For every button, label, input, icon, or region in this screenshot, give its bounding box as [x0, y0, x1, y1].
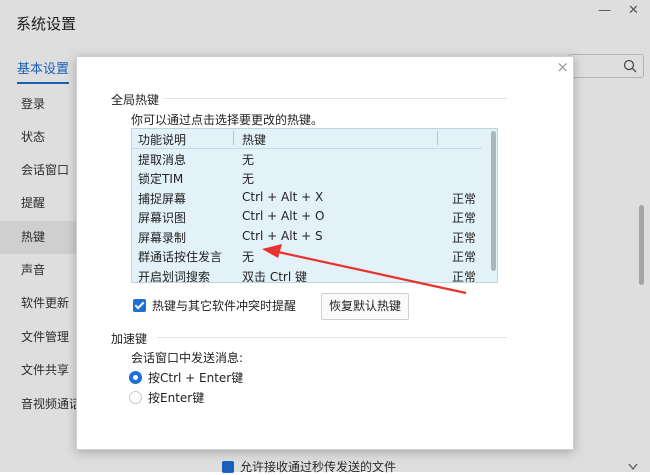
- section-divider: [163, 98, 507, 99]
- row-description: 群通话按住发言: [138, 250, 223, 264]
- conflict-reminder-label: 热键与其它软件冲突时提醒: [152, 299, 297, 313]
- row-hotkey[interactable]: Ctrl + Alt + X: [242, 190, 323, 204]
- table-row[interactable]: 捕捉屏幕 Ctrl + Alt + X 正常: [132, 188, 482, 208]
- table-row[interactable]: 屏幕识图 Ctrl + Alt + O 正常: [132, 207, 482, 227]
- radio-selected-icon[interactable]: [129, 371, 142, 384]
- row-status: 正常: [452, 250, 477, 264]
- radio-enter[interactable]: 按Enter键: [129, 389, 204, 406]
- table-row[interactable]: 锁定TIM 无: [132, 168, 482, 188]
- row-hotkey[interactable]: Ctrl + Alt + O: [242, 209, 324, 223]
- radio-ctrl-enter[interactable]: 按Ctrl + Enter键: [129, 369, 243, 386]
- row-description: 捕捉屏幕: [138, 191, 187, 206]
- conflict-reminder-checkbox[interactable]: 热键与其它软件冲突时提醒: [133, 297, 296, 314]
- column-separator: [233, 131, 234, 145]
- row-description: 屏幕录制: [138, 230, 187, 245]
- row-hotkey[interactable]: Ctrl + Alt + S: [242, 229, 323, 243]
- table-row[interactable]: 提取消息 无: [132, 149, 482, 169]
- row-hotkey[interactable]: 无: [242, 248, 254, 265]
- row-description: 开启划词搜索: [138, 269, 211, 283]
- table-header: 功能说明 热键: [132, 129, 482, 149]
- table-row[interactable]: 群通话按住发言 无 正常: [132, 246, 482, 266]
- row-status: 正常: [452, 191, 477, 206]
- row-hotkey[interactable]: 无: [242, 170, 254, 187]
- dialog-close-button[interactable]: ×: [556, 58, 569, 76]
- column-separator: [437, 131, 438, 145]
- row-status: 正常: [452, 230, 477, 245]
- section-divider: [157, 337, 507, 338]
- row-description: 屏幕识图: [138, 211, 187, 225]
- radio-unselected-icon[interactable]: [129, 391, 142, 404]
- radio-enter-label: 按Enter键: [148, 391, 205, 405]
- hotkey-table: 功能说明 热键 提取消息 无 锁定TIM 无 捕捉屏幕 Ctrl + Alt +…: [131, 128, 498, 283]
- row-status: 正常: [452, 269, 477, 283]
- hotkey-hint: 你可以通过点击选择要更改的热键。: [131, 113, 324, 127]
- accelerator-section-title: 加速键: [111, 332, 148, 346]
- table-row[interactable]: 屏幕录制 Ctrl + Alt + S 正常: [132, 227, 482, 247]
- radio-ctrl-enter-label: 按Ctrl + Enter键: [148, 371, 244, 385]
- table-row[interactable]: 开启划词搜索 双击 Ctrl 键 正常: [132, 266, 482, 283]
- row-hotkey[interactable]: 无: [242, 151, 254, 168]
- row-hotkey[interactable]: 双击 Ctrl 键: [242, 268, 307, 283]
- restore-default-hotkeys-button[interactable]: 恢复默认热键: [321, 293, 409, 320]
- send-message-label: 会话窗口中发送消息:: [131, 351, 244, 365]
- global-hotkey-section-title: 全局热键: [111, 93, 160, 107]
- table-scrollbar[interactable]: [491, 131, 496, 271]
- row-description: 提取消息: [138, 152, 187, 167]
- column-header-hotkey: 热键: [242, 133, 267, 147]
- hotkey-dialog: × 全局热键 你可以通过点击选择要更改的热键。 功能说明 热键 提取消息 无 锁…: [76, 56, 574, 450]
- row-description: 锁定TIM: [138, 172, 184, 186]
- check-icon[interactable]: [133, 299, 146, 312]
- column-header-description: 功能说明: [138, 133, 187, 147]
- row-status: 正常: [452, 211, 477, 225]
